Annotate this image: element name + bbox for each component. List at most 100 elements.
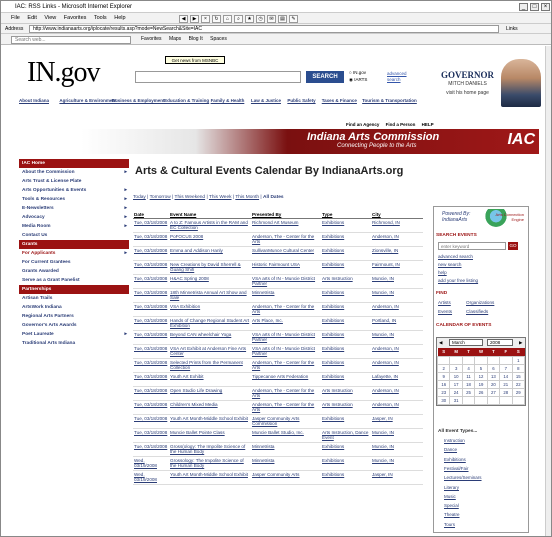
links-label[interactable]: Links [506, 24, 518, 34]
event-presenter[interactable]: Anderson, The - Center for the Arts [251, 386, 321, 401]
sidebar-item[interactable]: Partnerships [19, 285, 129, 294]
stop-icon[interactable]: × [201, 15, 210, 23]
sidebar-item[interactable]: Artisan Trails [19, 294, 129, 303]
event-type[interactable]: Exhibitions [321, 456, 371, 471]
event-presenter[interactable]: VSA arts of IN - Muncie District Partner [251, 274, 321, 289]
sidebar-item[interactable]: Arts Trust & License Plate [19, 177, 129, 186]
event-presenter[interactable]: VSA arts of IN - Muncie District Partner [251, 344, 321, 359]
event-name[interactable]: Selected Prints from the Permanent Colle… [169, 358, 251, 373]
calendar-day[interactable]: 25 [461, 387, 476, 397]
event-name[interactable]: New Creations by David Sherrell & Guang … [169, 260, 251, 275]
event-type[interactable]: Exhibitions [321, 372, 371, 387]
advanced-search-link[interactable]: advanced search [387, 71, 417, 83]
filter-weekend[interactable]: This Weekend [175, 195, 206, 200]
event-type-link[interactable]: Exhibitions [444, 457, 466, 462]
event-city[interactable]: Anderson, IN [371, 400, 423, 415]
event-city[interactable]: Portland, IN [371, 316, 423, 331]
new-search[interactable]: new search [438, 262, 462, 267]
calendar-day[interactable]: 1 [511, 355, 526, 365]
home-icon[interactable]: ⌂ [223, 15, 232, 23]
calendar-day[interactable]: 15 [511, 371, 526, 381]
event-type-link[interactable]: Music [444, 494, 456, 499]
event-city[interactable]: Anderson, IN [371, 358, 423, 373]
event-city[interactable]: Richmond, IN [371, 218, 423, 233]
site-search-input[interactable] [135, 71, 301, 83]
calendar-day[interactable]: 29 [511, 387, 526, 397]
calendar-day[interactable]: 2 [436, 363, 451, 373]
sidebar-item[interactable]: Contact Us [19, 231, 129, 240]
event-type[interactable]: Exhibitions [321, 246, 371, 261]
calendar-day[interactable]: 9 [436, 371, 451, 381]
event-city[interactable]: Fairmount, IN [371, 260, 423, 275]
event-type[interactable]: Exhibitions [321, 330, 371, 345]
nav-agriculture[interactable]: Agriculture & Environment [59, 98, 116, 104]
event-presenter[interactable]: Jasper Community Arts Commission [251, 414, 321, 429]
sidebar-item[interactable]: Arts Opportunities & Events ▸ [19, 186, 129, 195]
calendar-day[interactable]: 7 [499, 363, 513, 373]
event-type-link[interactable]: Theatre [444, 512, 460, 517]
advanced-search[interactable]: advanced search [438, 254, 473, 259]
event-type-link[interactable]: Instruction [444, 438, 465, 443]
nav-education[interactable]: Education & Training [164, 98, 209, 104]
menu-view[interactable]: View [44, 15, 56, 21]
event-city[interactable]: Muncie, IN [371, 442, 423, 457]
calendar-day[interactable]: 19 [474, 379, 488, 389]
col-date[interactable]: Date [133, 211, 169, 219]
event-name[interactable]: Children's Mixed Media [169, 400, 251, 415]
event-type[interactable]: Exhibitions [321, 470, 371, 485]
sidebar-item[interactable]: Advocacy ▸ [19, 213, 129, 222]
event-presenter[interactable]: Anderson, The - Center for the Arts [251, 358, 321, 373]
event-type[interactable]: Exhibitions [321, 344, 371, 359]
back-icon[interactable]: ◀ [179, 15, 188, 23]
event-presenter[interactable]: Anderson, The - Center for the Arts [251, 400, 321, 415]
event-type-link[interactable]: Festival/Fair [444, 466, 469, 471]
find-person-link[interactable]: Find a Person [386, 122, 416, 127]
event-name[interactable]: Youth Art Month-Middle School Exhibit [169, 414, 251, 429]
sidebar-item[interactable]: IAC Home [19, 159, 129, 168]
governor-block[interactable]: GOVERNOR MITCH DANIELS visit his home pa… [441, 71, 494, 98]
search-icon[interactable]: ⌕ [234, 15, 243, 23]
sidebar-item[interactable]: Grants [19, 240, 129, 249]
event-presenter[interactable]: Muncie Ballet Studio, Inc. [251, 428, 321, 443]
filter-all-dates[interactable]: All Dates [263, 195, 284, 200]
event-name[interactable]: Gross(ology: The Impolite Science of the… [169, 442, 251, 457]
event-type[interactable]: Arts Instruction, Dance Event [321, 428, 371, 443]
event-city[interactable]: Jasper, IN [371, 470, 423, 485]
col-presenter[interactable]: Presented By [251, 211, 321, 219]
event-type[interactable]: Exhibitions [321, 232, 371, 247]
event-type-link[interactable]: Tours [444, 522, 455, 527]
event-presenter[interactable]: Minnetrista [251, 456, 321, 471]
event-type[interactable]: Exhibitions [321, 288, 371, 303]
maximize-button[interactable]: □ [530, 3, 539, 11]
scrollbar[interactable] [545, 46, 551, 536]
event-type[interactable]: Exhibitions [321, 218, 371, 233]
nav-about[interactable]: About Indiana [19, 98, 49, 104]
nav-law[interactable]: Law & Justice [251, 98, 281, 104]
event-type[interactable]: Exhibitions [321, 442, 371, 457]
search-button[interactable]: SEARCH [306, 71, 344, 83]
filter-tomorrow[interactable]: Tomorrow [150, 195, 171, 200]
event-name[interactable]: Open Studio Life Drawing [169, 386, 251, 401]
calendar-day[interactable]: 5 [474, 363, 488, 373]
radio-ingov[interactable]: ○ IN.gov [349, 69, 367, 76]
year-select[interactable]: 2008 [487, 339, 513, 346]
col-event[interactable]: Event Name [169, 211, 251, 219]
calendar-day[interactable]: 23 [436, 387, 451, 397]
nav-public-safety[interactable]: Public Safety [287, 98, 315, 104]
sidebar-item[interactable]: Governor's Arts Awards [19, 321, 129, 330]
event-type-link[interactable]: Dance [444, 447, 457, 452]
menu-tools[interactable]: Tools [94, 15, 107, 21]
toolbar-favorites[interactable]: Favorites [141, 36, 162, 42]
event-name[interactable]: Emma and Addison Hanly [169, 246, 251, 261]
calendar-day[interactable]: 28 [499, 387, 513, 397]
menu-edit[interactable]: Edit [27, 15, 36, 21]
event-city[interactable]: Lafayette, IN [371, 372, 423, 387]
sidebar-item[interactable]: About the Commission ▸ [19, 168, 129, 177]
event-type-link[interactable]: Literary [444, 485, 459, 490]
event-name[interactable]: 18th Minnetrista Annual Art Show and Sal… [169, 288, 251, 303]
calendar-day[interactable]: 24 [449, 387, 463, 397]
calendar-day[interactable]: 20 [486, 379, 501, 389]
event-name[interactable]: H&AC Spring 2008 [169, 274, 251, 289]
event-presenter[interactable]: Minnetrista [251, 288, 321, 303]
event-presenter[interactable]: Historic Fairmount USA [251, 260, 321, 275]
